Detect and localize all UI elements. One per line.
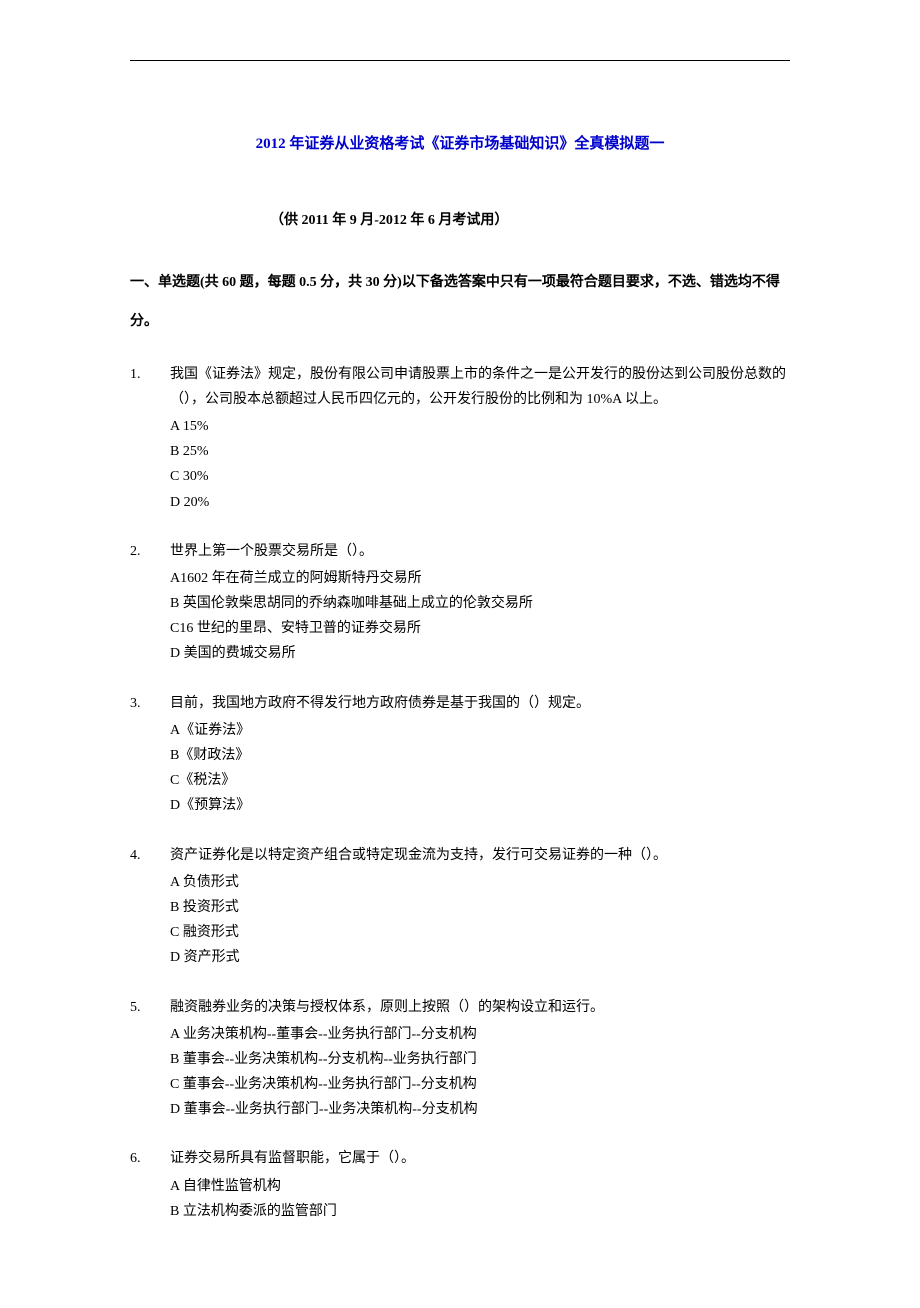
question-option: B 投资形式 — [170, 895, 790, 920]
question-options: A 业务决策机构--董事会--业务执行部门--分支机构B 董事会--业务决策机构… — [170, 1022, 790, 1123]
question-option: B《财政法》 — [170, 743, 790, 768]
question-option: D《预算法》 — [170, 793, 790, 818]
question-option: C16 世纪的里昂、安特卫普的证券交易所 — [170, 616, 790, 641]
question-options: A《证券法》B《财政法》C《税法》D《预算法》 — [170, 718, 790, 819]
question-number: 3. — [130, 691, 170, 716]
question-number: 5. — [130, 995, 170, 1020]
question-option: D 董事会--业务执行部门--业务决策机构--分支机构 — [170, 1097, 790, 1122]
question-option: A 业务决策机构--董事会--业务执行部门--分支机构 — [170, 1022, 790, 1047]
question-number: 4. — [130, 843, 170, 868]
question-option: A 自律性监管机构 — [170, 1174, 790, 1199]
question-5: 5.融资融券业务的决策与授权体系，原则上按照（）的架构设立和运行。A 业务决策机… — [130, 995, 790, 1123]
question-option: C《税法》 — [170, 768, 790, 793]
question-option: D 美国的费城交易所 — [170, 641, 790, 666]
question-option: A《证券法》 — [170, 718, 790, 743]
question-option: B 英国伦敦柴思胡同的乔纳森咖啡基础上成立的伦敦交易所 — [170, 591, 790, 616]
question-number: 1. — [130, 362, 170, 387]
question-2: 2.世界上第一个股票交易所是（）。A1602 年在荷兰成立的阿姆斯特丹交易所B … — [130, 539, 790, 667]
question-option: D 20% — [170, 490, 790, 515]
question-option: C 30% — [170, 464, 790, 489]
question-option: D 资产形式 — [170, 945, 790, 970]
question-options: A1602 年在荷兰成立的阿姆斯特丹交易所B 英国伦敦柴思胡同的乔纳森咖啡基础上… — [170, 566, 790, 667]
question-text: 世界上第一个股票交易所是（）。 — [170, 539, 790, 564]
question-6: 6.证券交易所具有监督职能，它属于（）。 A 自律性监管机构B 立法机构委派的监管… — [130, 1146, 790, 1224]
question-text: 我国《证券法》规定，股份有限公司申请股票上市的条件之一是公开发行的股份达到公司股… — [170, 362, 790, 412]
document-title: 2012 年证券从业资格考试《证券市场基础知识》全真模拟题一 — [130, 131, 790, 158]
question-options: A 负债形式B 投资形式C 融资形式D 资产形式 — [170, 870, 790, 971]
question-option: A 负债形式 — [170, 870, 790, 895]
top-divider — [130, 60, 790, 61]
question-options: A 15%B 25%C 30%D 20% — [170, 414, 790, 515]
question-text: 证券交易所具有监督职能，它属于（）。 — [170, 1146, 790, 1171]
question-text: 融资融券业务的决策与授权体系，原则上按照（）的架构设立和运行。 — [170, 995, 790, 1020]
question-4: 4.资产证券化是以特定资产组合或特定现金流为支持，发行可交易证券的一种（）。A … — [130, 843, 790, 971]
document-subtitle: （供 2011 年 9 月-2012 年 6 月考试用） — [270, 208, 790, 233]
question-number: 6. — [130, 1146, 170, 1171]
question-option: A1602 年在荷兰成立的阿姆斯特丹交易所 — [170, 566, 790, 591]
question-1: 1.我国《证券法》规定，股份有限公司申请股票上市的条件之一是公开发行的股份达到公… — [130, 362, 790, 515]
question-option: C 董事会--业务决策机构--业务执行部门--分支机构 — [170, 1072, 790, 1097]
question-option: B 25% — [170, 439, 790, 464]
question-option: B 立法机构委派的监管部门 — [170, 1199, 790, 1224]
question-options: A 自律性监管机构B 立法机构委派的监管部门 — [170, 1174, 790, 1224]
question-text: 资产证券化是以特定资产组合或特定现金流为支持，发行可交易证券的一种（）。 — [170, 843, 790, 868]
question-option: C 融资形式 — [170, 920, 790, 945]
question-text: 目前，我国地方政府不得发行地方政府债券是基于我国的（）规定。 — [170, 691, 790, 716]
section-instructions: 一、单选题(共 60 题，每题 0.5 分，共 30 分)以下备选答案中只有一项… — [130, 263, 790, 341]
question-number: 2. — [130, 539, 170, 564]
question-option: A 15% — [170, 414, 790, 439]
question-option: B 董事会--业务决策机构--分支机构--业务执行部门 — [170, 1047, 790, 1072]
question-3: 3.目前，我国地方政府不得发行地方政府债券是基于我国的（）规定。A《证券法》B《… — [130, 691, 790, 819]
questions-container: 1.我国《证券法》规定，股份有限公司申请股票上市的条件之一是公开发行的股份达到公… — [130, 362, 790, 1224]
